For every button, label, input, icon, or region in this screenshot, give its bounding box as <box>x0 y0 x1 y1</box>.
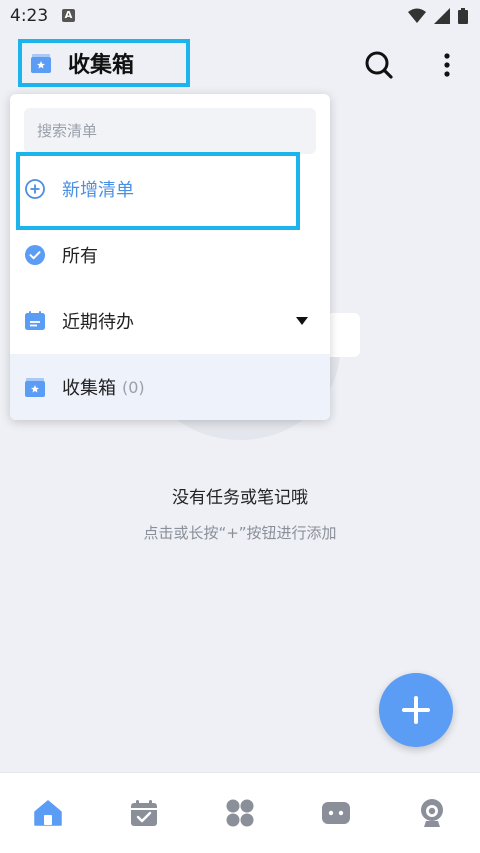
signal-icon <box>434 8 450 24</box>
list-title-selector[interactable]: 收集箱 <box>18 39 190 87</box>
more-vert-icon[interactable] <box>432 48 462 82</box>
list-dropdown: 搜索清单 新增清单 所有 近期待办 收集箱 (0) <box>10 94 330 420</box>
list-item-all[interactable]: 所有 <box>10 222 330 288</box>
inbox-star-icon <box>25 378 45 397</box>
add-list-highlight <box>16 152 300 230</box>
calendar-check-icon[interactable] <box>128 797 160 829</box>
list-item-label: 近期待办 <box>62 312 134 333</box>
search-icon[interactable] <box>362 48 396 82</box>
list-item-inbox[interactable]: 收集箱 (0) <box>10 354 330 420</box>
notification-icon: A <box>62 9 75 22</box>
status-bar: 4:23 A <box>0 0 480 34</box>
check-circle-icon <box>25 245 45 265</box>
empty-state-title: 没有任务或笔记哦 <box>172 488 308 508</box>
status-icons <box>408 8 468 24</box>
page-title: 收集箱 <box>68 53 135 78</box>
list-search-input[interactable]: 搜索清单 <box>24 108 316 154</box>
apps-grid-icon[interactable] <box>224 797 256 829</box>
add-task-fab[interactable] <box>379 673 453 747</box>
list-item-label: 所有 <box>62 246 98 267</box>
wifi-icon <box>408 8 426 23</box>
chat-bubble-icon[interactable] <box>320 797 352 829</box>
list-item-count: (0) <box>122 377 145 397</box>
home-icon[interactable] <box>32 797 64 829</box>
status-time: 4:23 <box>10 6 49 26</box>
expand-caret-icon[interactable] <box>296 317 308 325</box>
app-header: 收集箱 <box>0 34 480 96</box>
inbox-star-icon <box>31 54 51 73</box>
profile-icon[interactable] <box>416 797 448 829</box>
list-item-label: 收集箱 <box>62 378 116 399</box>
battery-icon <box>458 8 468 24</box>
list-item-upcoming[interactable]: 近期待办 <box>10 288 330 354</box>
empty-state-hint: 点击或长按“+”按钮进行添加 <box>143 524 337 542</box>
calendar-list-icon <box>25 311 45 330</box>
bottom-nav <box>0 772 480 853</box>
